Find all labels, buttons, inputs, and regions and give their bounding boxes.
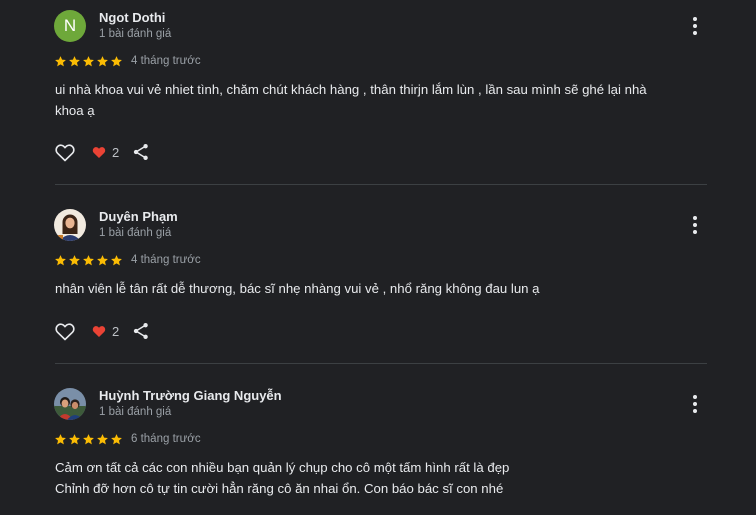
review-text-line: nhân viên lễ tân rất dễ thương, bác sĩ n… [55,281,540,296]
avatar-photo [54,388,86,420]
more-options-button[interactable] [684,393,706,415]
reviewer-review-count: 1 bài đánh giá [99,28,172,40]
review-text-line: Chỉnh đỡ hơn cô tự tin cười hẳn răng cô … [55,481,504,496]
reviews-feed: N Ngot Dothi 1 bài đánh giá 4 tháng trướ… [0,0,756,515]
star-icon [69,55,80,66]
reviewer-review-count: 1 bài đánh giá [99,406,172,418]
star-icon [83,55,94,66]
reviewer-name[interactable]: Huỳnh Trường Giang Nguyễn [99,388,282,403]
avatar[interactable] [54,388,86,420]
star-icon [55,254,66,265]
avatar[interactable] [54,209,86,241]
review-time: 4 tháng trước [131,55,201,67]
review-actions: 2 [53,140,151,164]
reaction-count: 2 [112,144,120,160]
review-text: nhân viên lễ tân rất dễ thương, bác sĩ n… [55,278,705,299]
review-actions: 2 [53,319,151,343]
divider [55,363,707,364]
share-button[interactable] [131,321,151,341]
review-time: 6 tháng trước [131,433,201,445]
star-icon [111,433,122,444]
review-text: Cảm ơn tất cả các con nhiều bạn quản lý … [55,457,705,499]
star-icon [97,433,108,444]
heart-filled-icon [92,147,106,158]
like-button[interactable] [53,140,77,164]
reviewer-review-count: 1 bài đánh giá [99,227,172,239]
star-rating [54,55,123,68]
rating-row: 6 tháng trước [54,432,201,446]
review-text-line: Cảm ơn tất cả các con nhiều bạn quản lý … [55,460,510,475]
rating-row: 4 tháng trước [54,54,201,68]
star-rating [54,433,123,446]
review-time: 4 tháng trước [131,254,201,266]
divider [55,184,707,185]
star-icon [111,55,122,66]
avatar[interactable]: N [54,10,86,42]
more-vert-icon [693,395,697,399]
star-icon [111,254,122,265]
review-text-line: ui nhà khoa vui vẻ nhiet tình, chăm chút… [55,82,647,97]
star-icon [97,254,108,265]
star-icon [97,55,108,66]
rating-row: 4 tháng trước [54,253,201,267]
more-vert-icon [693,17,697,21]
more-options-button[interactable] [684,15,706,37]
star-icon [69,433,80,444]
reviewer-name[interactable]: Ngot Dothi [99,10,165,25]
star-icon [55,55,66,66]
heart-filled-icon [92,326,106,337]
star-icon [83,433,94,444]
more-vert-icon [693,216,697,220]
review-text: ui nhà khoa vui vẻ nhiet tình, chăm chút… [55,79,705,121]
reaction-count: 2 [112,323,120,339]
reviewer-name[interactable]: Duyên Phạm [99,209,178,224]
share-button[interactable] [131,142,151,162]
star-rating [54,254,123,267]
more-options-button[interactable] [684,214,706,236]
like-button[interactable] [53,319,77,343]
star-icon [55,433,66,444]
star-icon [83,254,94,265]
star-icon [69,254,80,265]
review-text-line: khoa ạ [55,103,95,118]
avatar-photo [54,209,86,241]
